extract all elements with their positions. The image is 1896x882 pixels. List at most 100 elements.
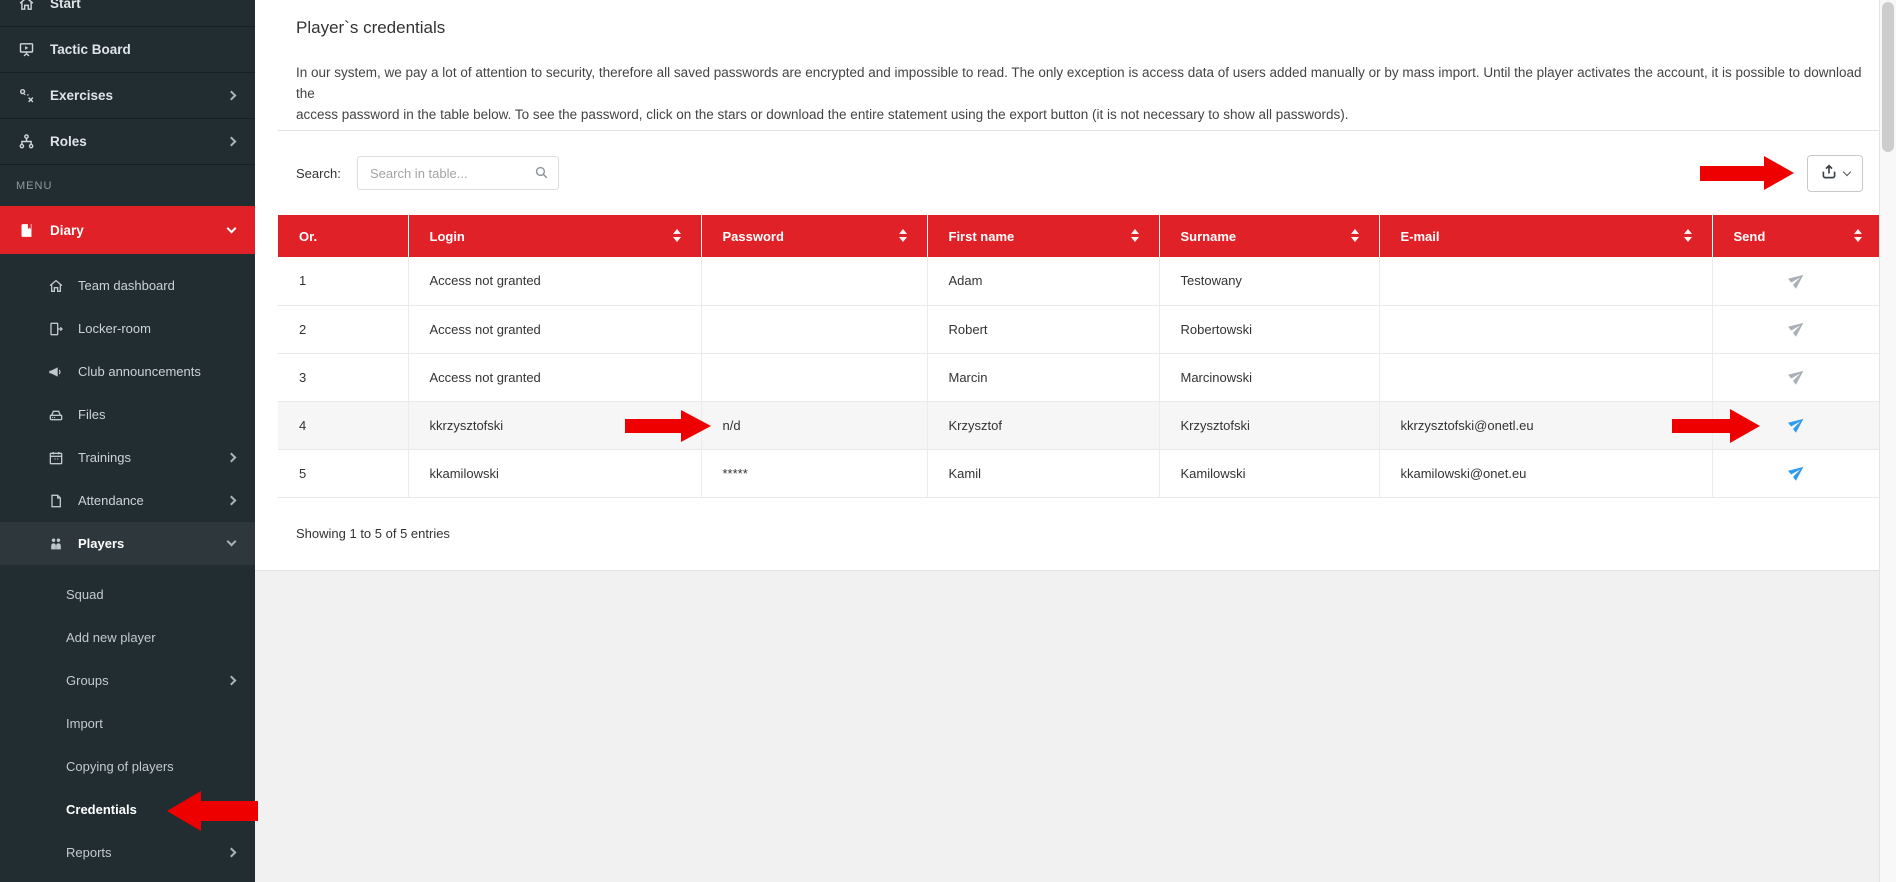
sidebar-item-diary[interactable]: Diary xyxy=(0,206,255,254)
send-icon[interactable] xyxy=(1789,276,1806,291)
page-description: In our system, we pay a lot of attention… xyxy=(296,62,1866,125)
home-icon xyxy=(16,0,36,14)
send-icon[interactable] xyxy=(1789,372,1806,387)
cell-send xyxy=(1712,449,1882,497)
sidebar-item-label: Start xyxy=(50,0,81,11)
cell-or: 2 xyxy=(278,305,408,353)
page-title: Player`s credentials xyxy=(296,18,445,38)
cell-surname: Kamilowski xyxy=(1159,449,1379,497)
sidebar-item-team-dashboard[interactable]: Team dashboard xyxy=(0,264,255,307)
table-row: 3 Access not granted Marcin Marcinowski xyxy=(278,353,1882,401)
search-input[interactable] xyxy=(357,156,559,190)
cell-password[interactable]: ***** xyxy=(701,449,927,497)
sidebar-item-label: Squad xyxy=(66,587,104,602)
table-info: Showing 1 to 5 of 5 entries xyxy=(296,526,450,541)
sidebar-item-club-announcements[interactable]: Club announcements xyxy=(0,350,255,393)
annotation-arrow-credentials xyxy=(167,791,258,831)
export-button[interactable] xyxy=(1807,155,1863,192)
column-header-label: Surname xyxy=(1181,229,1237,244)
sidebar-item-label: Attendance xyxy=(78,493,144,508)
sidebar-item-label: Groups xyxy=(66,673,109,688)
page-background xyxy=(255,570,1896,882)
sidebar-item-label: Reports xyxy=(66,845,112,860)
sidebar-item-start[interactable]: Start xyxy=(0,0,255,27)
credentials-table: Or. Login Password First name Surname E-… xyxy=(278,215,1882,498)
calendar-icon xyxy=(47,448,65,468)
column-header-or[interactable]: Or. xyxy=(278,215,408,257)
chevron-right-icon xyxy=(227,676,237,686)
cell-login: Access not granted xyxy=(408,353,701,401)
column-header-label: Login xyxy=(430,229,465,244)
cell-password[interactable]: n/d xyxy=(701,401,927,449)
sidebar-item-tactic-board[interactable]: Tactic Board xyxy=(0,27,255,73)
annotation-arrow-send xyxy=(1672,409,1760,443)
sidebar-section-label: MENU xyxy=(0,165,255,206)
cell-login: Access not granted xyxy=(408,257,701,305)
scrollbar-thumb[interactable] xyxy=(1882,2,1894,152)
document-icon xyxy=(47,491,65,511)
diary-book-icon xyxy=(16,220,36,240)
sort-icon xyxy=(1854,229,1862,242)
cell-password xyxy=(701,353,927,401)
cell-email xyxy=(1379,305,1712,353)
cell-first-name: Kamil xyxy=(927,449,1159,497)
column-header-login[interactable]: Login xyxy=(408,215,701,257)
send-icon[interactable] xyxy=(1789,324,1806,339)
table-header-row: Or. Login Password First name Surname E-… xyxy=(278,215,1882,257)
export-icon xyxy=(1820,163,1838,184)
column-header-send[interactable]: Send xyxy=(1712,215,1882,257)
column-header-surname[interactable]: Surname xyxy=(1159,215,1379,257)
sidebar-item-label: Tactic Board xyxy=(50,42,131,57)
sidebar-item-copying-of-players[interactable]: Copying of players xyxy=(0,745,255,788)
cell-surname: Krzysztofski xyxy=(1159,401,1379,449)
cell-or: 3 xyxy=(278,353,408,401)
column-header-first-name[interactable]: First name xyxy=(927,215,1159,257)
sort-icon xyxy=(1351,229,1359,242)
cell-send xyxy=(1712,305,1882,353)
sidebar-item-reports[interactable]: Reports xyxy=(0,831,255,874)
sidebar-item-add-new-player[interactable]: Add new player xyxy=(0,616,255,659)
table-row: 5 kkamilowski ***** Kamil Kamilowski kka… xyxy=(278,449,1882,497)
sidebar-item-label: Credentials xyxy=(66,802,137,817)
drive-icon xyxy=(47,405,65,425)
cell-first-name: Adam xyxy=(927,257,1159,305)
chevron-right-icon xyxy=(227,91,237,101)
main-content: Player`s credentials In our system, we p… xyxy=(255,0,1896,882)
sidebar-item-roles[interactable]: Roles xyxy=(0,119,255,165)
tactic-board-icon xyxy=(16,40,36,60)
sidebar-item-exercises[interactable]: Exercises xyxy=(0,73,255,119)
column-header-password[interactable]: Password xyxy=(701,215,927,257)
diary-submenu: Team dashboard Locker-room Club announce… xyxy=(0,254,255,874)
chevron-down-icon xyxy=(227,223,237,233)
roles-icon xyxy=(16,132,36,152)
cell-login: kkamilowski xyxy=(408,449,701,497)
cell-email: kkamilowski@onet.eu xyxy=(1379,449,1712,497)
cell-login: Access not granted xyxy=(408,305,701,353)
scrollbar[interactable] xyxy=(1879,0,1896,882)
chevron-right-icon xyxy=(227,848,237,858)
cell-send xyxy=(1712,353,1882,401)
sidebar-item-import[interactable]: Import xyxy=(0,702,255,745)
sidebar-item-attendance[interactable]: Attendance xyxy=(0,479,255,522)
sidebar-item-groups[interactable]: Groups xyxy=(0,659,255,702)
cell-first-name: Marcin xyxy=(927,353,1159,401)
column-header-label: E-mail xyxy=(1401,229,1440,244)
door-icon xyxy=(47,319,65,339)
sidebar-item-squad[interactable]: Squad xyxy=(0,573,255,616)
annotation-arrow-export xyxy=(1700,156,1794,190)
column-header-email[interactable]: E-mail xyxy=(1379,215,1712,257)
sidebar-item-trainings[interactable]: Trainings xyxy=(0,436,255,479)
sidebar-item-label: Copying of players xyxy=(66,759,174,774)
sidebar-item-label: Locker-room xyxy=(78,321,151,336)
send-icon[interactable] xyxy=(1789,468,1806,483)
sidebar-item-players[interactable]: Players xyxy=(0,522,255,565)
sidebar-item-label: Add new player xyxy=(66,630,156,645)
send-icon[interactable] xyxy=(1789,420,1806,435)
chevron-down-icon xyxy=(1843,168,1851,176)
sidebar-item-locker-room[interactable]: Locker-room xyxy=(0,307,255,350)
sidebar-item-files[interactable]: Files xyxy=(0,393,255,436)
panel-divider xyxy=(278,130,1882,131)
cell-first-name: Krzysztof xyxy=(927,401,1159,449)
sidebar-item-label: Club announcements xyxy=(78,364,201,379)
chevron-right-icon xyxy=(227,496,237,506)
